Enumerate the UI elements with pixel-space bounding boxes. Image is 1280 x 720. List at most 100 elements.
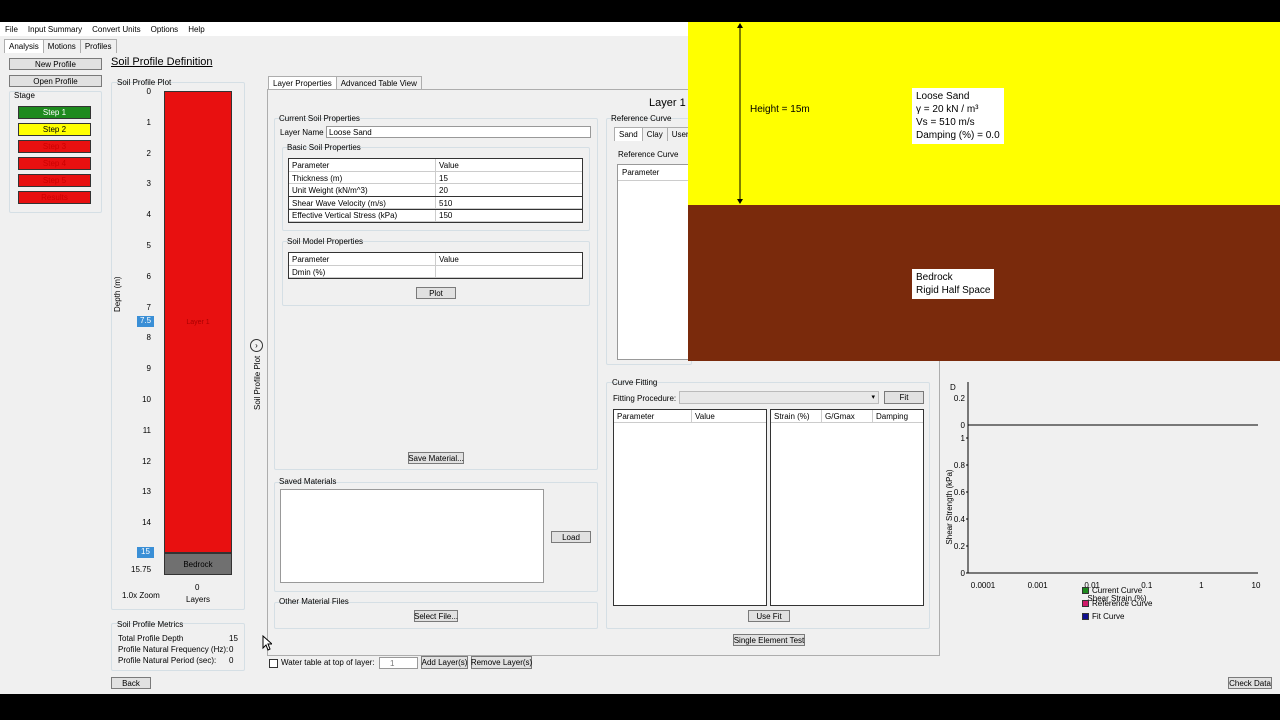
- depth-tick: 10: [142, 395, 151, 404]
- depth-tick: 5: [146, 241, 151, 250]
- table-header-cell: Parameter: [289, 253, 436, 265]
- metric-frequency-value: 0: [229, 645, 234, 654]
- legend-label: Current Curve: [1092, 586, 1143, 595]
- save-material-button[interactable]: Save Material...: [408, 452, 464, 464]
- header-damping: Damping: [876, 412, 909, 421]
- tab-profiles[interactable]: Profiles: [79, 39, 117, 53]
- stage-step-5[interactable]: Step 5: [18, 174, 91, 187]
- menu-options[interactable]: Options: [146, 25, 184, 34]
- water-table-layer-input[interactable]: 1: [379, 657, 418, 669]
- stage-step-4[interactable]: Step 4: [18, 157, 91, 170]
- x-tick-label: 10: [1252, 581, 1261, 590]
- depth-tick: 9: [146, 364, 151, 374]
- tab-analysis[interactable]: Analysis: [4, 39, 44, 53]
- saved-materials-list[interactable]: [280, 489, 544, 583]
- remove-layers-button[interactable]: Remove Layer(s): [471, 656, 532, 669]
- table-cell[interactable]: Effective Vertical Stress (kPa): [289, 209, 436, 221]
- metric-total-depth-value: 15: [229, 634, 238, 643]
- single-element-test-button[interactable]: Single Element Test: [733, 634, 805, 646]
- table-cell[interactable]: [436, 266, 582, 278]
- legend-swatch: [1082, 600, 1089, 607]
- fitting-procedure-select[interactable]: ▾: [679, 391, 879, 404]
- model-properties-table: Parameter Value Dmin (%): [288, 252, 583, 279]
- table-header: Parameter Value: [289, 159, 582, 172]
- saved-materials-title: Saved Materials: [279, 477, 337, 486]
- open-profile-button[interactable]: Open Profile: [9, 75, 102, 87]
- tab-clay[interactable]: Clay: [641, 127, 668, 141]
- new-profile-button[interactable]: New Profile: [9, 58, 102, 70]
- basic-properties-table: Parameter Value Thickness (m) 15 Unit Weight…: [288, 158, 583, 223]
- tab-advanced-table-view[interactable]: Advanced Table View: [335, 76, 422, 90]
- legend-label: Reference Curve: [1092, 599, 1153, 608]
- x-tick-label: 1: [1199, 581, 1204, 590]
- legend-label: Fit Curve: [1092, 612, 1125, 621]
- layer-heading: Layer 1 -: [649, 97, 693, 109]
- reference-curve-table: Parameter: [617, 164, 692, 360]
- header-parameter: Parameter: [614, 410, 692, 422]
- depth-tick: 12: [142, 456, 151, 466]
- table-cell[interactable]: Shear Wave Velocity (m/s): [289, 196, 436, 208]
- layers-x-label: Layers: [186, 595, 211, 604]
- stage-step-6[interactable]: Results: [18, 191, 91, 204]
- table-cell[interactable]: Thickness (m): [289, 171, 436, 183]
- metric-period-label: Profile Natural Period (sec):: [118, 656, 217, 665]
- table-header: Parameter Value: [289, 253, 582, 266]
- menu-help[interactable]: Help: [183, 25, 209, 34]
- profile-bedrock[interactable]: Bedrock: [164, 553, 232, 575]
- table-row: Thickness (m) 15: [289, 171, 582, 184]
- tab-sand[interactable]: Sand: [614, 127, 643, 141]
- table-header-cell: Value: [439, 161, 459, 170]
- stage-step-3[interactable]: Step 3: [18, 140, 91, 153]
- x-tick-label: 0.001: [1028, 581, 1049, 590]
- stage-step-2[interactable]: Step 2: [18, 123, 91, 136]
- other-files-title: Other Material Files: [279, 597, 349, 606]
- tab-layer-properties[interactable]: Layer Properties: [268, 76, 337, 90]
- mouse-cursor-icon: [262, 635, 272, 651]
- menu-file[interactable]: File: [0, 25, 23, 34]
- add-layers-button[interactable]: Add Layer(s): [421, 656, 468, 669]
- table-cell[interactable]: 15: [436, 172, 582, 184]
- select-file-button[interactable]: Select File...: [414, 610, 458, 622]
- menu-input-summary[interactable]: Input Summary: [23, 25, 87, 34]
- back-button[interactable]: Back: [111, 677, 151, 689]
- table-cell[interactable]: 20: [436, 184, 582, 196]
- profile-layer-1[interactable]: Layer 1: [164, 91, 232, 553]
- load-button[interactable]: Load: [551, 531, 591, 543]
- application-window: File Input Summary Convert Units Options…: [0, 22, 1280, 694]
- fit-button[interactable]: Fit: [884, 391, 924, 404]
- height-arrow: [737, 23, 743, 204]
- depth-tick: 6: [146, 271, 151, 281]
- layer-name-label: Layer Name: [280, 128, 324, 137]
- depth-tick: 8: [146, 333, 151, 343]
- main-tabs: Analysis Motions Profiles: [4, 39, 117, 53]
- layer-label: Layer 1: [186, 318, 210, 326]
- stage-step-1[interactable]: Step 1: [18, 106, 91, 119]
- table-cell[interactable]: Unit Weight (kN/m^3): [289, 184, 436, 196]
- y-tick-label: 1: [961, 434, 966, 443]
- tab-motions[interactable]: Motions: [42, 39, 81, 53]
- fit-parameter-header: Parameter Value: [614, 410, 766, 423]
- menu-convert-units[interactable]: Convert Units: [87, 25, 145, 34]
- upper-y-axis-label: D: [950, 383, 956, 392]
- y-axis-label: Shear Strength (kPa): [945, 469, 954, 544]
- use-fit-button[interactable]: Use Fit: [748, 610, 790, 622]
- reference-curve-label: Reference Curve: [618, 150, 679, 159]
- table-cell[interactable]: Dmin (%): [289, 265, 436, 277]
- layer-name-input[interactable]: Loose Sand: [326, 126, 591, 138]
- table-cell[interactable]: 150: [436, 209, 582, 221]
- soil-profile-plot-title: Soil Profile Plot: [117, 78, 172, 87]
- side-plot-label: Soil Profile Plot: [253, 355, 262, 410]
- zoom-level: 1.0x Zoom: [122, 591, 160, 600]
- check-data-button[interactable]: Check Data: [1228, 677, 1272, 689]
- depth-tick: 11: [142, 425, 151, 435]
- y-tick-label: 0.8: [954, 461, 966, 470]
- bedrock-name: Bedrock: [916, 272, 953, 283]
- plot-button[interactable]: Plot: [416, 287, 456, 299]
- water-table-checkbox[interactable]: [269, 659, 278, 668]
- depth-highlight-bottom: 15: [137, 547, 154, 558]
- legend-entry: Fit Curve: [1082, 612, 1124, 621]
- chevron-right-icon[interactable]: ›: [250, 339, 263, 352]
- chevron-down-icon: ▾: [871, 394, 875, 401]
- table-cell[interactable]: 510: [436, 197, 582, 209]
- header-strain: Strain (%): [771, 410, 822, 422]
